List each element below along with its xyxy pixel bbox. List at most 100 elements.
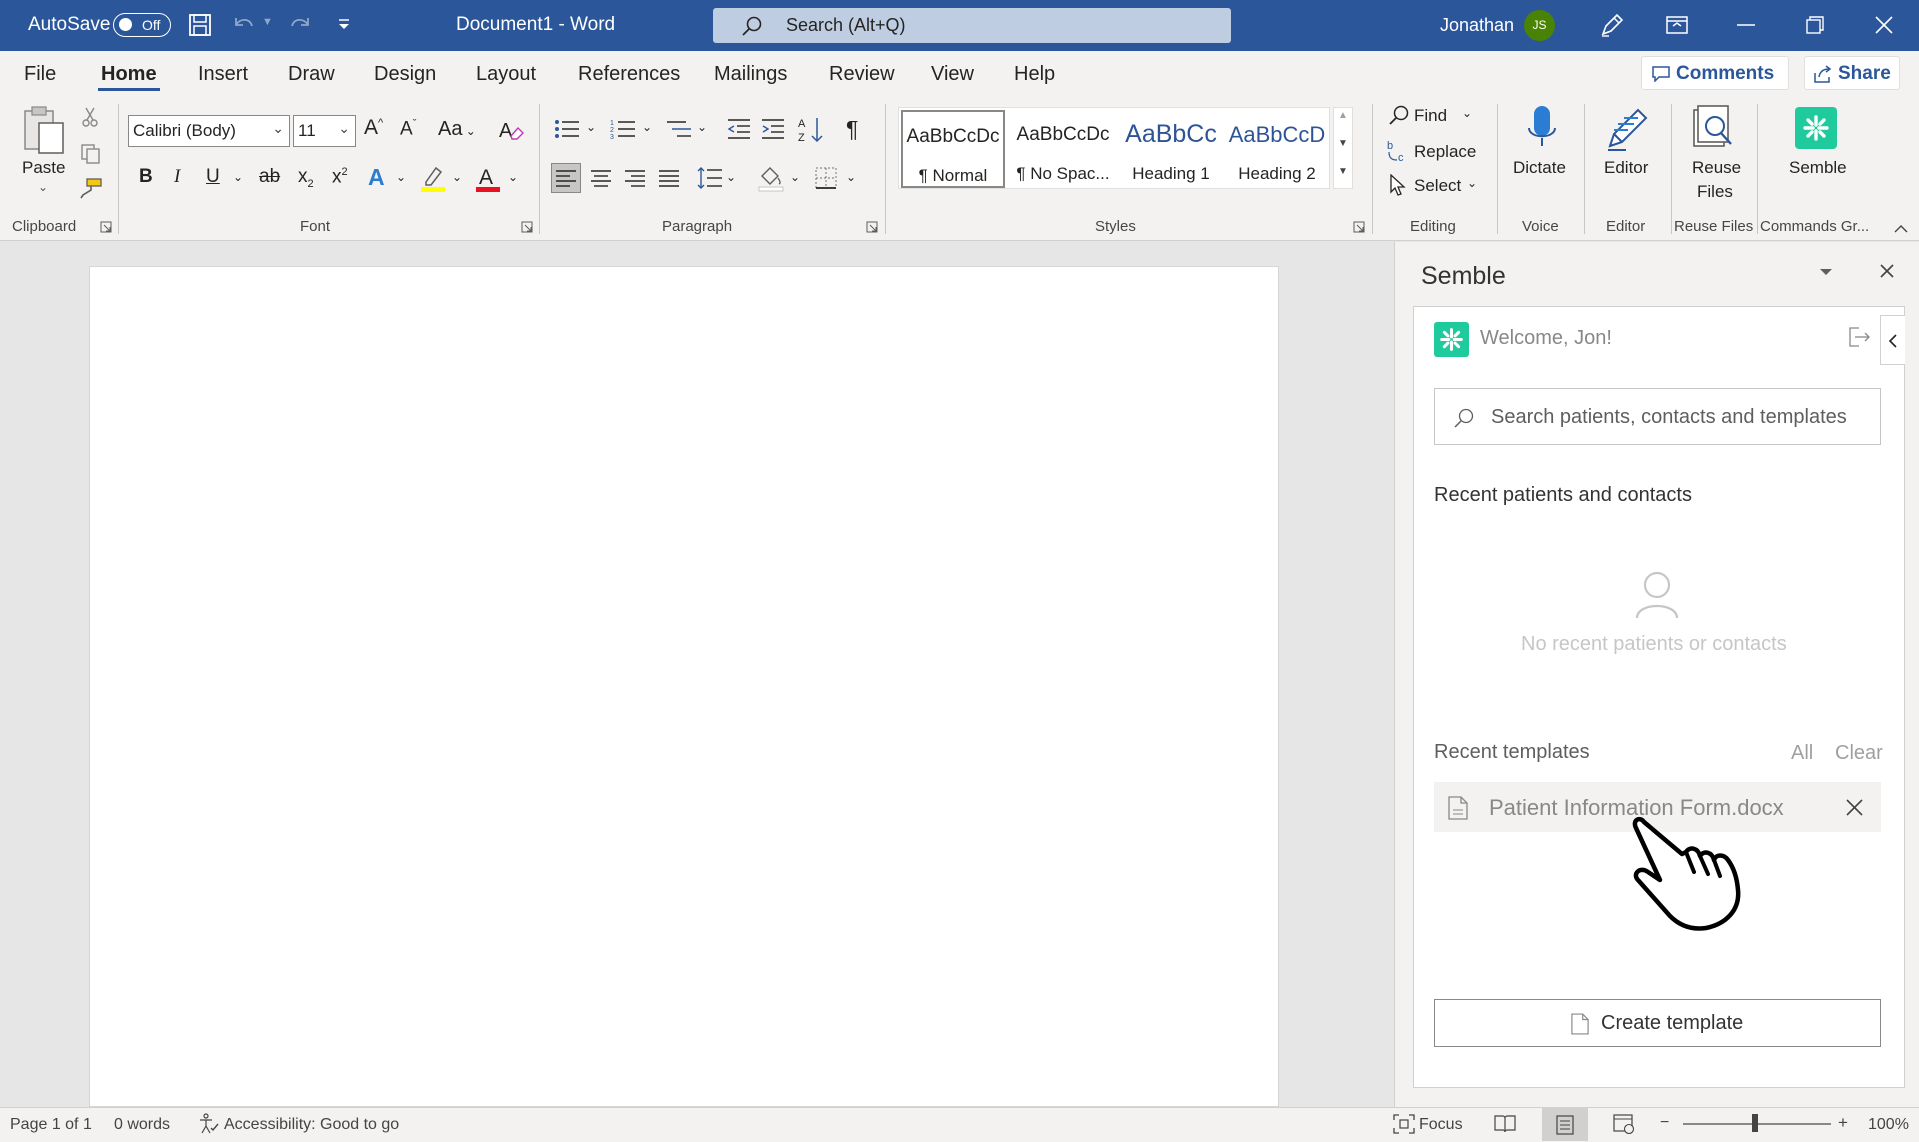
shrink-font-icon[interactable]: Aˇ [400,118,416,140]
reuse-files-icon[interactable] [1691,104,1737,152]
shading-icon[interactable] [758,164,784,192]
select-label[interactable]: Select [1414,176,1461,196]
tab-layout[interactable]: Layout [476,63,536,86]
focus-icon[interactable] [1393,1114,1415,1134]
remove-template-icon[interactable] [1846,799,1863,816]
font-launcher-icon[interactable] [521,221,533,233]
increase-indent-icon[interactable] [761,118,785,140]
read-mode-icon[interactable] [1494,1114,1516,1134]
undo-icon[interactable] [232,14,256,36]
underline-dropdown-icon[interactable]: ⌄ [233,170,243,184]
tab-home[interactable]: Home [101,63,157,86]
find-dropdown-icon[interactable]: ⌄ [1462,106,1472,120]
superscript-button[interactable]: x2 [332,166,348,188]
tab-mailings[interactable]: Mailings [714,63,787,86]
minimize-icon[interactable] [1737,23,1755,27]
close-window-icon[interactable] [1875,16,1893,34]
multilevel-dropdown-icon[interactable]: ⌄ [697,120,707,134]
grow-font-icon[interactable]: A^ [364,116,383,140]
comments-button[interactable]: Comments [1641,56,1789,90]
semble-ribbon-button[interactable] [1795,107,1837,149]
font-size-combo[interactable]: 11 ⌄ [293,115,356,147]
change-case-button[interactable]: Aa ⌄ [438,118,476,141]
paste-dropdown-icon[interactable]: ⌄ [38,180,48,194]
find-label[interactable]: Find [1414,106,1447,126]
designer-pen-icon[interactable] [1599,12,1625,38]
create-template-button[interactable]: Create template [1434,999,1881,1047]
show-formatting-marks-icon[interactable]: ¶ [846,116,858,143]
clipboard-launcher-icon[interactable] [100,221,112,233]
focus-label[interactable]: Focus [1419,1116,1463,1134]
semble-search-input[interactable]: Search patients, contacts and templates [1434,388,1881,445]
find-icon[interactable] [1388,104,1410,126]
editor-label[interactable]: Editor [1604,158,1648,178]
highlight-dropdown-icon[interactable]: ⌄ [452,170,462,184]
decrease-indent-icon[interactable] [727,118,751,140]
text-effects-icon[interactable]: A [368,164,385,191]
word-count[interactable]: 0 words [114,1116,170,1134]
style-no-spacing[interactable]: AaBbCcDc ¶ No Spac... [1009,108,1117,190]
pane-options-icon[interactable] [1819,267,1833,277]
multilevel-list-icon[interactable] [666,118,692,140]
style-normal[interactable]: AaBbCcDc ¶ Normal [901,110,1005,188]
numbering-icon[interactable]: 123 [610,118,636,140]
scroll-up-icon[interactable]: ▲ [1338,110,1348,121]
zoom-level[interactable]: 100% [1868,1116,1909,1134]
paragraph-launcher-icon[interactable] [866,221,878,233]
share-button[interactable]: Share [1804,56,1900,90]
dictate-label[interactable]: Dictate [1513,158,1566,178]
styles-launcher-icon[interactable] [1353,221,1365,233]
accessibility-status[interactable]: Accessibility: Good to go [224,1116,399,1134]
paste-icon[interactable] [22,105,68,155]
tab-view[interactable]: View [931,63,974,86]
style-heading-2[interactable]: AaBbCcD Heading 2 [1223,108,1331,190]
autosave-toggle[interactable]: Off [113,13,171,37]
tab-references[interactable]: References [578,63,680,86]
collapse-panel-tab[interactable] [1880,315,1905,365]
collapse-ribbon-icon[interactable] [1894,224,1908,234]
text-effects-dropdown-icon[interactable]: ⌄ [396,170,406,184]
subscript-button[interactable]: x2 [298,166,314,190]
print-layout-button[interactable] [1542,1108,1588,1141]
zoom-in-icon[interactable]: + [1838,1113,1848,1133]
tab-draw[interactable]: Draw [288,63,335,86]
replace-label[interactable]: Replace [1414,142,1476,162]
tab-design[interactable]: Design [374,63,436,86]
align-center-icon[interactable] [591,169,611,187]
select-dropdown-icon[interactable]: ⌄ [1467,176,1477,190]
sign-out-icon[interactable] [1849,327,1871,347]
document-page[interactable] [89,266,1279,1107]
search-box[interactable]: Search (Alt+Q) [713,8,1231,43]
font-color-dropdown-icon[interactable]: ⌄ [508,170,518,184]
tab-file[interactable]: File [24,63,56,86]
editor-pen-icon[interactable] [1604,104,1652,152]
align-right-icon[interactable] [625,169,645,187]
numbering-dropdown-icon[interactable]: ⌄ [642,120,652,134]
clear-formatting-icon[interactable]: A [498,117,524,143]
page-count[interactable]: Page 1 of 1 [10,1116,92,1134]
underline-button[interactable]: U [206,166,220,188]
tab-help[interactable]: Help [1014,63,1055,86]
redo-icon[interactable] [288,14,312,36]
shading-dropdown-icon[interactable]: ⌄ [790,170,800,184]
font-color-icon[interactable]: A [475,164,501,192]
replace-icon[interactable]: bc [1387,139,1409,163]
reuse-label-1[interactable]: Reuse [1692,158,1741,178]
scroll-down-icon[interactable]: ▼ [1338,138,1348,149]
highlight-icon[interactable] [420,164,446,192]
all-templates-link[interactable]: All [1791,742,1813,765]
zoom-slider-thumb[interactable] [1752,1114,1758,1132]
semble-ribbon-label[interactable]: Semble [1789,158,1847,178]
style-heading-1[interactable]: AaBbCc Heading 1 [1117,108,1225,190]
accessibility-icon[interactable] [198,1113,220,1135]
cut-icon[interactable] [81,106,99,128]
bullets-dropdown-icon[interactable]: ⌄ [586,120,596,134]
paste-label[interactable]: Paste [22,158,65,178]
italic-button[interactable]: I [174,166,180,188]
microphone-icon[interactable] [1525,104,1559,154]
copy-icon[interactable] [80,143,102,165]
avatar[interactable]: JS [1524,10,1555,41]
justify-icon[interactable] [659,169,679,187]
line-spacing-icon[interactable] [697,166,723,190]
clear-templates-link[interactable]: Clear [1835,742,1883,765]
